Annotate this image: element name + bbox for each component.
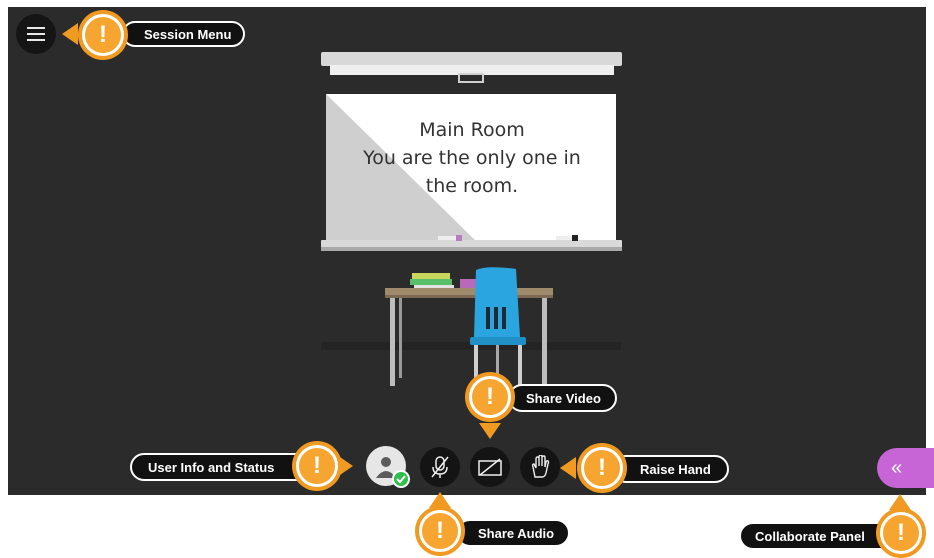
room-message: Main Room You are the only one in the ro… [328,116,616,200]
raised-hand-icon [531,455,550,478]
microphone-muted-icon [431,456,449,478]
user-info-callout-label: User Info and Status [130,453,311,481]
share-audio-callout-label: Share Audio [456,519,571,547]
callout-arrow [889,494,911,510]
raise-hand-callout-icon: ! [581,447,623,489]
classroom-illustration [321,52,622,386]
session-menu-callout-icon: ! [82,14,124,56]
double-chevron-left-icon: « [891,456,903,479]
session-stage [8,7,926,495]
callout-arrow [429,492,451,508]
collaborate-panel-button[interactable]: « [877,448,934,488]
callout-arrow [62,23,78,45]
share-video-button[interactable] [470,447,510,487]
hamburger-icon [27,27,45,29]
collaborate-panel-callout-icon: ! [880,512,922,554]
room-message-line1: You are the only one in [363,147,581,169]
callout-arrow [337,455,353,477]
session-menu-callout-label: Session Menu [122,21,246,47]
status-checkmark-icon [392,470,410,488]
raise-hand-button[interactable] [520,447,560,487]
room-message-line2: the room. [425,175,519,197]
user-avatar-button[interactable] [366,446,410,488]
share-video-callout-label: Share Video [508,384,617,412]
user-info-callout-icon: ! [296,445,338,487]
callout-arrow [560,457,576,479]
share-video-callout-icon: ! [469,376,511,418]
session-menu-button[interactable] [16,14,56,54]
camera-off-icon [478,458,502,476]
callout-arrow [479,423,501,439]
room-name: Main Room [419,119,525,141]
share-audio-button[interactable] [420,447,460,487]
raise-hand-callout-label: Raise Hand [612,455,729,483]
share-audio-callout-icon: ! [419,510,461,552]
